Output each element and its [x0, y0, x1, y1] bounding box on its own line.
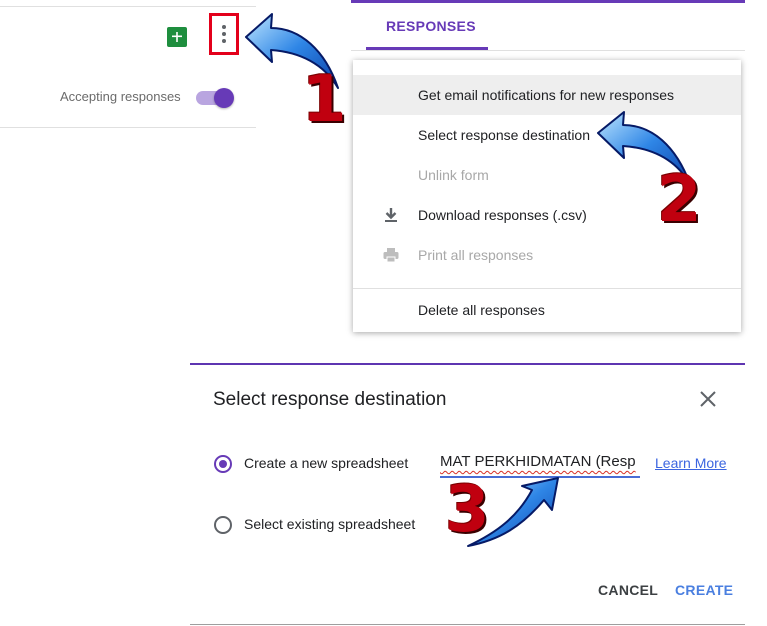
step-2-label: 2 — [657, 163, 702, 237]
step-1-label: 1 — [302, 63, 347, 137]
annotation-arrows — [245, 13, 691, 547]
step-3-label: 3 — [445, 473, 490, 547]
